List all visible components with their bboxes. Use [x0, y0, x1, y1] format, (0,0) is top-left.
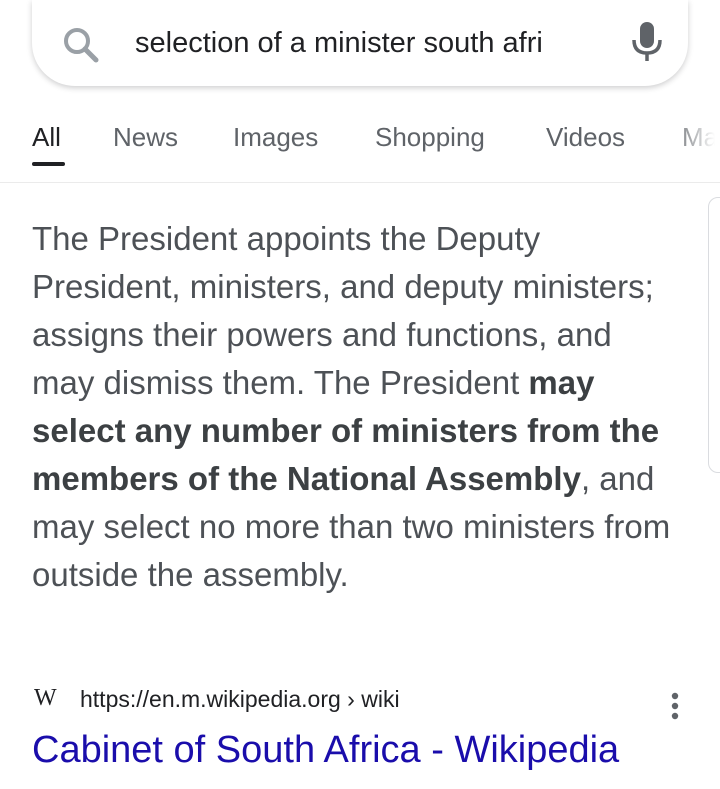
wikipedia-icon: W — [34, 685, 57, 711]
tab-shopping[interactable]: Shopping — [375, 122, 485, 152]
search-results-page: selection of a minister south afri All N… — [0, 0, 720, 789]
tab-news[interactable]: News — [113, 122, 178, 152]
result-title[interactable]: Cabinet of South Africa - Wikipedia — [32, 729, 619, 771]
divider — [0, 182, 720, 183]
tab-all[interactable]: All — [32, 122, 61, 152]
search-icon[interactable] — [60, 24, 102, 66]
search-input[interactable]: selection of a minister south afri — [135, 24, 595, 62]
microphone-icon[interactable] — [630, 20, 664, 64]
next-card-edge[interactable] — [708, 197, 720, 473]
active-tab-indicator — [32, 162, 65, 166]
result-title-link[interactable]: Cabinet of South Africa - Wikipedia — [32, 726, 619, 774]
tab-videos[interactable]: Videos — [546, 122, 625, 152]
tabs-fade — [670, 112, 720, 172]
featured-snippet: The President appoints the Deputy Presid… — [32, 215, 672, 599]
tab-images[interactable]: Images — [233, 122, 318, 152]
more-options-icon[interactable] — [660, 688, 690, 724]
result-url[interactable]: https://en.m.wikipedia.org › wiki — [80, 684, 400, 714]
search-tabs: All News Images Shopping Videos Ma — [0, 112, 720, 182]
